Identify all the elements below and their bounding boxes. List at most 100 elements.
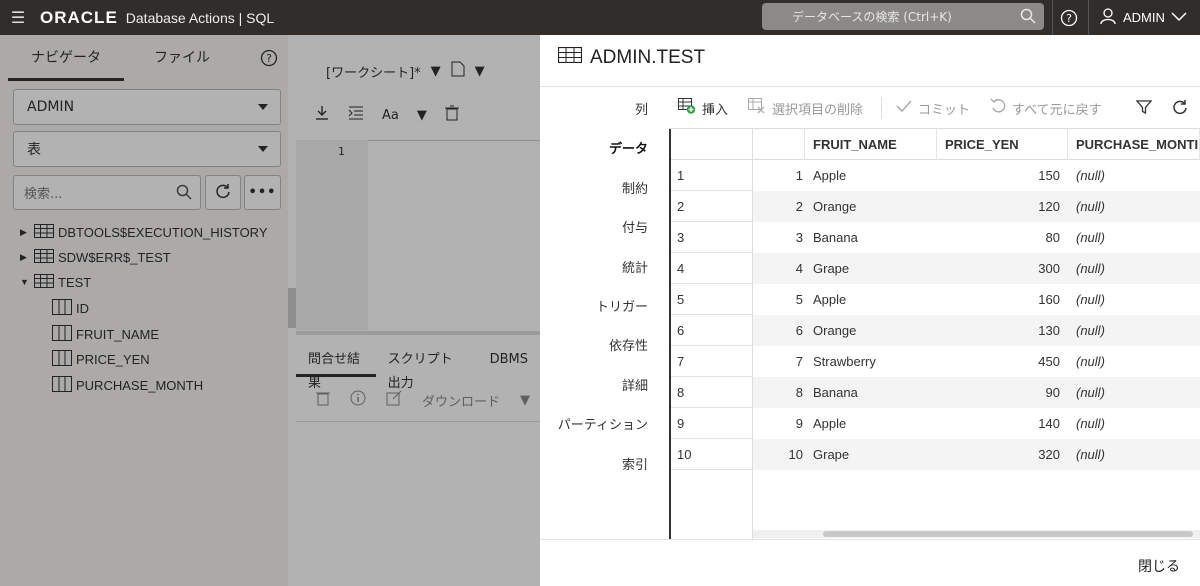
column-header-purchase-month[interactable]: PURCHASE_MONTI	[1068, 129, 1200, 160]
purchase-month-cell[interactable]: (null)	[1068, 160, 1200, 191]
modal-backdrop[interactable]	[0, 35, 540, 586]
top-bar: ☰ ORACLE Database Actions | SQL データベースの検…	[0, 0, 1200, 35]
side-menu-statistics[interactable]: 統計	[622, 257, 648, 276]
fruit-name-cell[interactable]: Banana	[805, 222, 937, 253]
fruit-name-cell[interactable]: Orange	[805, 191, 937, 222]
table-row[interactable]: 2 Orange 120 (null)	[753, 191, 1200, 222]
horizontal-scrollbar[interactable]	[753, 530, 1200, 538]
row-index-cell[interactable]: 3	[753, 222, 805, 253]
table-row[interactable]: 5 Apple 160 (null)	[753, 284, 1200, 315]
price-yen-cell[interactable]: 150	[937, 160, 1068, 191]
purchase-month-cell[interactable]: (null)	[1068, 439, 1200, 470]
price-yen-cell[interactable]: 140	[937, 408, 1068, 439]
fruit-name-cell[interactable]: Apple	[805, 408, 937, 439]
table-row[interactable]: 6 Orange 130 (null)	[753, 315, 1200, 346]
row-number[interactable]: 1	[671, 160, 752, 191]
row-index-cell[interactable]: 7	[753, 346, 805, 377]
data-toolbar: 挿入 選択項目の削除 コミット すべて元に戻す	[670, 87, 1200, 129]
fruit-name-cell[interactable]: Orange	[805, 315, 937, 346]
row-number[interactable]: 4	[671, 253, 752, 284]
grid-header-row: FRUIT_NAME PRICE_YEN PURCHASE_MONTI	[753, 129, 1200, 160]
purchase-month-cell[interactable]: (null)	[1068, 284, 1200, 315]
price-yen-cell[interactable]: 300	[937, 253, 1068, 284]
purchase-month-cell[interactable]: (null)	[1068, 377, 1200, 408]
table-properties-panel: ADMIN.TEST 列 データ 制約 付与 統計 トリガー 依存性 詳細 パー…	[540, 35, 1200, 586]
user-name: ADMIN	[1123, 10, 1165, 25]
grid-rows: 1 Apple 150 (null) 2 Orange 120 (null) 3…	[753, 160, 1200, 470]
side-menu-grants[interactable]: 付与	[622, 217, 648, 236]
price-yen-cell[interactable]: 120	[937, 191, 1068, 222]
column-header-price-yen[interactable]: PRICE_YEN	[937, 129, 1068, 160]
purchase-month-cell[interactable]: (null)	[1068, 315, 1200, 346]
price-yen-cell[interactable]: 160	[937, 284, 1068, 315]
table-row[interactable]: 4 Grape 300 (null)	[753, 253, 1200, 284]
row-number[interactable]: 5	[671, 284, 752, 315]
side-menu-partitions[interactable]: パーティション	[558, 414, 648, 433]
refresh-icon[interactable]	[1172, 99, 1188, 119]
purchase-month-cell[interactable]: (null)	[1068, 222, 1200, 253]
row-number[interactable]: 7	[671, 346, 752, 377]
price-yen-cell[interactable]: 450	[937, 346, 1068, 377]
toolbar-separator	[881, 97, 883, 119]
row-index-cell[interactable]: 10	[753, 439, 805, 470]
row-index-cell[interactable]: 2	[753, 191, 805, 222]
row-number[interactable]: 2	[671, 191, 752, 222]
table-row[interactable]: 1 Apple 150 (null)	[753, 160, 1200, 191]
purchase-month-cell[interactable]: (null)	[1068, 346, 1200, 377]
help-icon[interactable]: ?	[1052, 0, 1084, 35]
column-header-fruit-name[interactable]: FRUIT_NAME	[805, 129, 937, 160]
close-button[interactable]: 閉じる	[1138, 556, 1180, 576]
side-menu-indexes[interactable]: 索引	[622, 454, 648, 473]
price-yen-cell[interactable]: 130	[937, 315, 1068, 346]
filter-icon[interactable]	[1135, 99, 1153, 119]
row-index-cell[interactable]: 4	[753, 253, 805, 284]
purchase-month-cell[interactable]: (null)	[1068, 191, 1200, 222]
row-number[interactable]: 8	[671, 377, 752, 408]
price-yen-cell[interactable]: 90	[937, 377, 1068, 408]
row-number[interactable]: 10	[671, 439, 752, 470]
row-number[interactable]: 3	[671, 222, 752, 253]
scrollbar-thumb[interactable]	[823, 531, 1193, 537]
row-index-cell[interactable]: 5	[753, 284, 805, 315]
table-row[interactable]: 8 Banana 90 (null)	[753, 377, 1200, 408]
side-menu-details[interactable]: 詳細	[622, 375, 648, 394]
table-row[interactable]: 3 Banana 80 (null)	[753, 222, 1200, 253]
table-row[interactable]: 9 Apple 140 (null)	[753, 408, 1200, 439]
column-header-index[interactable]	[753, 129, 805, 160]
price-yen-cell[interactable]: 320	[937, 439, 1068, 470]
table-row[interactable]: 10 Grape 320 (null)	[753, 439, 1200, 470]
hamburger-menu-icon[interactable]: ☰	[0, 0, 36, 35]
fruit-name-cell[interactable]: Banana	[805, 377, 937, 408]
database-search-input[interactable]: データベースの検索 (Ctrl+K)	[762, 3, 1044, 30]
user-menu[interactable]: ADMIN	[1088, 0, 1187, 35]
side-menu-constraints[interactable]: 制約	[622, 178, 648, 197]
side-menu-triggers[interactable]: トリガー	[596, 296, 648, 315]
row-index-cell[interactable]: 1	[753, 160, 805, 191]
fruit-name-cell[interactable]: Apple	[805, 284, 937, 315]
side-menu-dependencies[interactable]: 依存性	[609, 335, 648, 354]
table-row[interactable]: 7 Strawberry 450 (null)	[753, 346, 1200, 377]
row-number[interactable]: 6	[671, 315, 752, 346]
product-title: Database Actions | SQL	[125, 9, 275, 26]
row-number[interactable]: 9	[671, 408, 752, 439]
side-menu-columns[interactable]: 列	[635, 99, 648, 118]
row-number-column: 1 2 3 4 5 6 7 8 9 10	[669, 129, 753, 540]
revert-all-button[interactable]: すべて元に戻す	[990, 98, 1102, 118]
row-index-cell[interactable]: 6	[753, 315, 805, 346]
undo-icon	[990, 98, 1006, 118]
insert-row-button[interactable]: 挿入	[678, 98, 728, 118]
row-number-header	[671, 129, 752, 160]
side-menu-data[interactable]: データ	[609, 138, 648, 157]
purchase-month-cell[interactable]: (null)	[1068, 253, 1200, 284]
commit-button[interactable]: コミット	[896, 99, 970, 118]
row-index-cell[interactable]: 9	[753, 408, 805, 439]
price-yen-cell[interactable]: 80	[937, 222, 1068, 253]
purchase-month-cell[interactable]: (null)	[1068, 408, 1200, 439]
row-index-cell[interactable]: 8	[753, 377, 805, 408]
fruit-name-cell[interactable]: Apple	[805, 160, 937, 191]
fruit-name-cell[interactable]: Strawberry	[805, 346, 937, 377]
fruit-name-cell[interactable]: Grape	[805, 439, 937, 470]
fruit-name-cell[interactable]: Grape	[805, 253, 937, 284]
delete-selected-button[interactable]: 選択項目の削除	[748, 98, 863, 118]
panel-title: ADMIN.TEST	[590, 47, 706, 68]
